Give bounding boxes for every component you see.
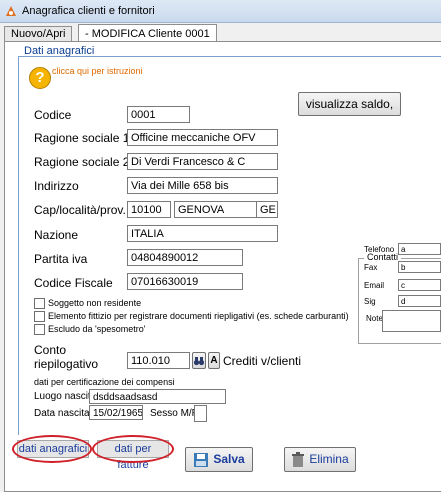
window-title: Anagrafica clienti e fornitori — [22, 5, 155, 17]
nazione-field[interactable]: ITALIA — [127, 225, 278, 242]
tab-nuovo-apri[interactable]: Nuovo/Apri — [4, 26, 73, 42]
luogo-nascita-field[interactable]: dsddsaadsasd — [89, 389, 226, 404]
codice-fiscale-field[interactable]: 07016630019 — [127, 273, 243, 290]
certificazione-title: dati per certificazione dei compensi — [34, 377, 175, 387]
codice-fiscale-label: Codice Fiscale — [34, 276, 113, 290]
luogo-nascita-label: Luogo nascita — [34, 391, 97, 402]
email-label: Email — [364, 281, 385, 290]
binoculars-search-button[interactable] — [192, 352, 206, 369]
window-titlebar: Anagrafica clienti e fornitori — [0, 0, 441, 23]
sig-label: Sig — [364, 297, 376, 306]
conto-label-line1: Conto — [34, 343, 67, 357]
annotation-oval-anagrafici — [12, 435, 92, 463]
binoculars-icon — [193, 357, 205, 366]
ragione2-label: Ragione sociale 2 — [34, 155, 130, 169]
checkbox-label-soggetto-non-residente: Soggetto non residente — [48, 298, 142, 308]
checkbox-soggetto-non-residente[interactable] — [34, 298, 45, 309]
help-icon[interactable]: ? — [29, 67, 51, 89]
data-nascita-field[interactable]: 15/02/1965 — [89, 405, 143, 420]
email-field[interactable]: c — [398, 279, 441, 291]
ragione2-field[interactable]: Di Verdi Francesco & C — [127, 153, 278, 170]
data-nascita-label: Data nascita — [34, 408, 90, 419]
indirizzo-label: Indirizzo — [34, 179, 79, 193]
ragione1-field[interactable]: Officine meccaniche OFV — [127, 129, 278, 146]
help-link[interactable]: clicca qui per istruzioni — [52, 66, 143, 76]
codice-label: Codice — [34, 108, 72, 122]
lookup-a-button[interactable]: A — [208, 352, 220, 369]
annotation-oval-fatture — [92, 435, 174, 463]
codice-field[interactable]: 0001 — [127, 106, 190, 123]
fax-field[interactable]: b — [398, 261, 441, 273]
checkbox-label-elemento-fittizio: Elemento fittizio per registrare documen… — [48, 311, 349, 321]
conto-field[interactable]: 110.010 — [127, 352, 190, 369]
note-label: Note — [366, 314, 383, 323]
telefono-label: Telefono — [364, 245, 395, 254]
partita-iva-field[interactable]: 04804890012 — [127, 249, 243, 266]
citta-field[interactable]: GENOVA — [174, 201, 257, 218]
visualizza-saldo-button[interactable]: visualizza saldo, — [298, 92, 401, 116]
save-label: Salva — [213, 452, 245, 466]
indirizzo-field[interactable]: Via dei Mille 658 bis — [127, 177, 278, 194]
tab-strip: Nuovo/Apri - MODIFICA Cliente 0001 — [0, 22, 441, 43]
delete-label: Elimina — [309, 452, 349, 466]
partita-iva-label: Partita iva — [34, 252, 88, 266]
sesso-label: Sesso M/F — [150, 408, 198, 419]
frame-title: Dati anagrafici — [24, 45, 95, 57]
checkbox-label-escludo-spesometro: Escludo da 'spesometro' — [48, 324, 146, 334]
trash-icon — [292, 451, 305, 467]
note-field[interactable] — [382, 310, 441, 332]
sesso-field[interactable] — [194, 405, 207, 422]
ragione1-label: Ragione sociale 1 — [34, 131, 130, 145]
app-icon — [6, 6, 16, 16]
conto-description: Crediti v/clienti — [223, 354, 302, 368]
nazione-label: Nazione — [34, 228, 79, 242]
save-icon — [194, 452, 209, 467]
conto-label-line2: riepilogativo — [34, 357, 99, 371]
cap-label: Cap/località/prov. — [34, 203, 126, 217]
save-button[interactable]: Salva — [185, 447, 253, 472]
cap-field[interactable]: 10100 — [127, 201, 171, 218]
delete-button[interactable]: Elimina — [284, 447, 356, 472]
checkbox-elemento-fittizio[interactable] — [34, 311, 45, 322]
checkbox-escludo-spesometro[interactable] — [34, 324, 45, 335]
prov-field[interactable]: GE — [256, 201, 278, 218]
sig-field[interactable]: d — [398, 295, 441, 307]
fax-label: Fax — [364, 263, 378, 272]
telefono-field[interactable]: a — [398, 243, 441, 255]
